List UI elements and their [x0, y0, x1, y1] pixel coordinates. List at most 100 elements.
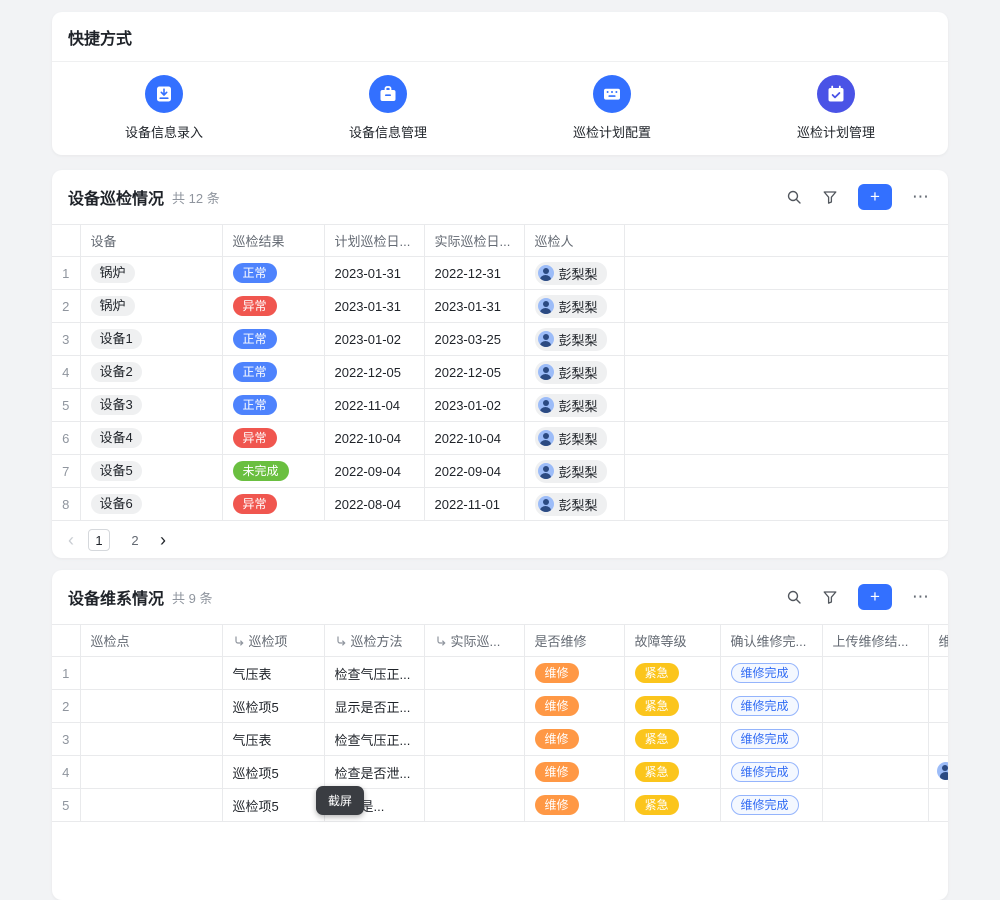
cell-level[interactable]: 紧急 [624, 723, 720, 756]
cell-point[interactable] [80, 657, 222, 690]
search-icon[interactable] [786, 589, 802, 605]
cell-device[interactable]: 设备6 [80, 488, 222, 521]
cell-device[interactable]: 锅炉 [80, 257, 222, 290]
cell-result[interactable]: 正常 [222, 323, 324, 356]
cell-method[interactable]: 显示是否正... [324, 690, 424, 723]
cell-method[interactable]: 检查气压正... [324, 723, 424, 756]
cell-actual[interactable] [424, 723, 524, 756]
cell-repair[interactable]: 维修 [524, 723, 624, 756]
cell-confirm[interactable]: 维修完成 [720, 789, 822, 822]
filter-icon[interactable] [822, 189, 838, 205]
cell-point[interactable] [80, 789, 222, 822]
cell-device[interactable]: 设备2 [80, 356, 222, 389]
cell-planned-date[interactable]: 2022-12-05 [324, 356, 424, 389]
col-planned-date[interactable]: 计划巡检日... [324, 225, 424, 257]
cell-actual-date[interactable]: 2022-09-04 [424, 455, 524, 488]
page-1-button[interactable]: 1 [88, 529, 110, 551]
cell-result[interactable]: 异常 [222, 488, 324, 521]
cell-repair[interactable]: 维修 [524, 789, 624, 822]
cell-planned-date[interactable]: 2022-08-04 [324, 488, 424, 521]
cell-inspector[interactable]: 彭梨梨 [524, 356, 624, 389]
shortcut-device-manage[interactable]: 设备信息管理 [276, 75, 500, 141]
cell-level[interactable]: 紧急 [624, 789, 720, 822]
cell-point[interactable] [80, 690, 222, 723]
cell-item[interactable]: 巡检项5 [222, 756, 324, 789]
cell-item[interactable]: 气压表 [222, 723, 324, 756]
col-actual-date[interactable]: 实际巡检日... [424, 225, 524, 257]
cell-actual-date[interactable]: 2022-10-04 [424, 422, 524, 455]
col-item[interactable]: 巡检项 [222, 625, 324, 657]
cell-result[interactable]: 异常 [222, 290, 324, 323]
add-record-button[interactable]: + [858, 584, 892, 610]
more-icon[interactable]: ⋯ [912, 587, 930, 607]
col-confirm[interactable]: 确认维修完... [720, 625, 822, 657]
search-icon[interactable] [786, 189, 802, 205]
cell-inspector[interactable]: 彭梨梨 [524, 323, 624, 356]
cell-item[interactable]: 巡检项5 [222, 690, 324, 723]
cell-actual[interactable] [424, 789, 524, 822]
cell-inspector[interactable]: 彭梨梨 [524, 488, 624, 521]
col-level[interactable]: 故障等级 [624, 625, 720, 657]
cell-result[interactable]: 正常 [222, 257, 324, 290]
cell-confirm[interactable]: 维修完成 [720, 756, 822, 789]
more-icon[interactable]: ⋯ [912, 187, 930, 207]
cell-planned-date[interactable]: 2022-09-04 [324, 455, 424, 488]
cell-result[interactable]: 正常 [222, 356, 324, 389]
col-upload[interactable]: 上传维修结... [822, 625, 928, 657]
cell-inspector[interactable]: 彭梨梨 [524, 389, 624, 422]
col-method[interactable]: 巡检方法 [324, 625, 424, 657]
prev-page-button[interactable]: ‹ [68, 531, 74, 549]
col-point[interactable]: 巡检点 [80, 625, 222, 657]
cell-result[interactable]: 未完成 [222, 455, 324, 488]
cell-item[interactable]: 气压表 [222, 657, 324, 690]
cell-device[interactable]: 设备4 [80, 422, 222, 455]
cell-confirm[interactable]: 维修完成 [720, 723, 822, 756]
shortcut-device-entry[interactable]: 设备信息录入 [52, 75, 276, 141]
cell-upload[interactable] [822, 756, 928, 789]
col-cut[interactable]: 维 [928, 625, 948, 657]
cell-item[interactable]: 巡检项5 [222, 789, 324, 822]
col-result[interactable]: 巡检结果 [222, 225, 324, 257]
cell-device[interactable]: 锅炉 [80, 290, 222, 323]
cell-actual-date[interactable]: 2022-12-05 [424, 356, 524, 389]
cell-actual-date[interactable]: 2022-11-01 [424, 488, 524, 521]
cell-upload[interactable] [822, 789, 928, 822]
cell-inspector[interactable]: 彭梨梨 [524, 455, 624, 488]
cell-level[interactable]: 紧急 [624, 690, 720, 723]
cell-upload[interactable] [822, 657, 928, 690]
shortcut-plan-manage[interactable]: 巡检计划管理 [724, 75, 948, 141]
cell-inspector[interactable]: 彭梨梨 [524, 290, 624, 323]
cell-planned-date[interactable]: 2022-11-04 [324, 389, 424, 422]
cell-repair[interactable]: 维修 [524, 690, 624, 723]
cell-actual[interactable] [424, 690, 524, 723]
col-repair[interactable]: 是否维修 [524, 625, 624, 657]
shortcut-plan-config[interactable]: 巡检计划配置 [500, 75, 724, 141]
cell-inspector[interactable]: 彭梨梨 [524, 422, 624, 455]
cell-device[interactable]: 设备3 [80, 389, 222, 422]
cell-level[interactable]: 紧急 [624, 657, 720, 690]
cell-planned-date[interactable]: 2023-01-31 [324, 257, 424, 290]
page-2-button[interactable]: 2 [124, 529, 146, 551]
add-record-button[interactable]: + [858, 184, 892, 210]
cell-method[interactable]: 检查是否泄... [324, 756, 424, 789]
next-page-button[interactable]: › [160, 531, 166, 549]
cell-upload[interactable] [822, 723, 928, 756]
filter-icon[interactable] [822, 589, 838, 605]
cell-result[interactable]: 异常 [222, 422, 324, 455]
cell-inspector[interactable]: 彭梨梨 [524, 257, 624, 290]
col-inspector[interactable]: 巡检人 [524, 225, 624, 257]
cell-planned-date[interactable]: 2022-10-04 [324, 422, 424, 455]
col-device[interactable]: 设备 [80, 225, 222, 257]
cell-planned-date[interactable]: 2023-01-02 [324, 323, 424, 356]
cell-result[interactable]: 正常 [222, 389, 324, 422]
screenshot-overlay-button[interactable]: 截屏 [316, 786, 364, 815]
col-actual[interactable]: 实际巡... [424, 625, 524, 657]
cell-planned-date[interactable]: 2023-01-31 [324, 290, 424, 323]
cell-device[interactable]: 设备1 [80, 323, 222, 356]
cell-actual[interactable] [424, 756, 524, 789]
cell-actual-date[interactable]: 2023-01-02 [424, 389, 524, 422]
cell-actual-date[interactable]: 2022-12-31 [424, 257, 524, 290]
cell-method[interactable]: 检查气压正... [324, 657, 424, 690]
cell-upload[interactable] [822, 690, 928, 723]
cell-device[interactable]: 设备5 [80, 455, 222, 488]
